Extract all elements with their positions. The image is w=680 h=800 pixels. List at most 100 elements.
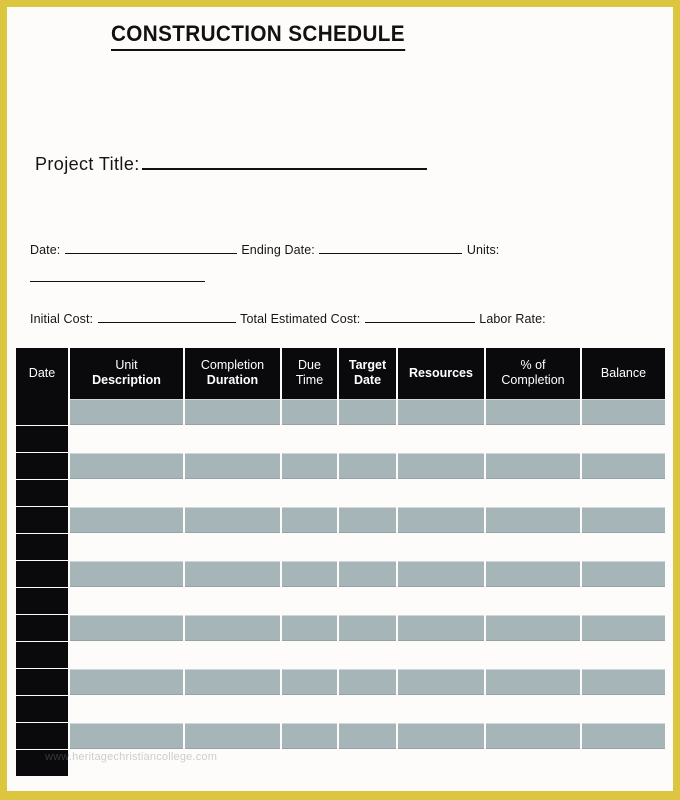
cell-due_time[interactable] <box>281 479 339 507</box>
project-title-input[interactable] <box>141 168 427 170</box>
cell-balance[interactable] <box>581 452 665 480</box>
cell-date[interactable] <box>16 533 70 561</box>
cell-unit_desc[interactable] <box>69 749 185 777</box>
cell-resources[interactable] <box>397 425 486 453</box>
cell-unit_desc[interactable] <box>69 399 185 426</box>
cell-unit_desc[interactable] <box>69 425 185 453</box>
cell-completion[interactable] <box>184 695 282 723</box>
cell-unit_desc[interactable] <box>69 479 185 507</box>
cell-completion[interactable] <box>184 722 282 750</box>
cell-target_date[interactable] <box>338 560 398 588</box>
cell-pct_compl[interactable] <box>485 399 582 426</box>
cell-pct_compl[interactable] <box>485 614 582 642</box>
cell-unit_desc[interactable] <box>69 722 185 750</box>
cell-unit_desc[interactable] <box>69 587 185 615</box>
initial-cost-input[interactable] <box>97 322 236 323</box>
cell-pct_compl[interactable] <box>485 506 582 534</box>
cell-unit_desc[interactable] <box>69 560 185 588</box>
cell-date[interactable] <box>16 749 70 777</box>
cell-pct_compl[interactable] <box>485 587 582 615</box>
cell-pct_compl[interactable] <box>485 479 582 507</box>
cell-date[interactable] <box>16 695 70 723</box>
cell-pct_compl[interactable] <box>485 695 582 723</box>
cell-target_date[interactable] <box>338 695 398 723</box>
total-estimated-cost-input[interactable] <box>364 322 475 323</box>
cell-completion[interactable] <box>184 641 282 669</box>
cell-resources[interactable] <box>397 722 486 750</box>
cell-balance[interactable] <box>581 425 665 453</box>
cell-balance[interactable] <box>581 749 665 777</box>
cell-balance[interactable] <box>581 722 665 750</box>
cell-pct_compl[interactable] <box>485 452 582 480</box>
cell-pct_compl[interactable] <box>485 533 582 561</box>
cell-resources[interactable] <box>397 695 486 723</box>
units-input[interactable] <box>30 281 205 282</box>
cell-due_time[interactable] <box>281 749 339 777</box>
cell-resources[interactable] <box>397 506 486 534</box>
cell-due_time[interactable] <box>281 533 339 561</box>
cell-resources[interactable] <box>397 641 486 669</box>
cell-balance[interactable] <box>581 668 665 696</box>
cell-resources[interactable] <box>397 533 486 561</box>
cell-due_time[interactable] <box>281 668 339 696</box>
cell-target_date[interactable] <box>338 722 398 750</box>
cell-target_date[interactable] <box>338 641 398 669</box>
cell-due_time[interactable] <box>281 722 339 750</box>
cell-resources[interactable] <box>397 668 486 696</box>
cell-balance[interactable] <box>581 587 665 615</box>
cell-target_date[interactable] <box>338 399 398 426</box>
cell-unit_desc[interactable] <box>69 614 185 642</box>
cell-unit_desc[interactable] <box>69 533 185 561</box>
cell-date[interactable] <box>16 425 70 453</box>
cell-balance[interactable] <box>581 506 665 534</box>
cell-resources[interactable] <box>397 452 486 480</box>
cell-date[interactable] <box>16 560 70 588</box>
cell-target_date[interactable] <box>338 506 398 534</box>
cell-pct_compl[interactable] <box>485 425 582 453</box>
cell-balance[interactable] <box>581 614 665 642</box>
cell-balance[interactable] <box>581 479 665 507</box>
cell-pct_compl[interactable] <box>485 641 582 669</box>
cell-resources[interactable] <box>397 587 486 615</box>
cell-completion[interactable] <box>184 506 282 534</box>
cell-date[interactable] <box>16 399 70 426</box>
cell-unit_desc[interactable] <box>69 506 185 534</box>
cell-resources[interactable] <box>397 749 486 777</box>
cell-date[interactable] <box>16 668 70 696</box>
date-input[interactable] <box>64 253 237 254</box>
cell-target_date[interactable] <box>338 614 398 642</box>
cell-due_time[interactable] <box>281 641 339 669</box>
cell-unit_desc[interactable] <box>69 641 185 669</box>
cell-balance[interactable] <box>581 533 665 561</box>
cell-target_date[interactable] <box>338 479 398 507</box>
cell-date[interactable] <box>16 587 70 615</box>
cell-due_time[interactable] <box>281 425 339 453</box>
cell-completion[interactable] <box>184 399 282 426</box>
cell-completion[interactable] <box>184 452 282 480</box>
cell-resources[interactable] <box>397 399 486 426</box>
cell-resources[interactable] <box>397 614 486 642</box>
cell-completion[interactable] <box>184 479 282 507</box>
cell-due_time[interactable] <box>281 399 339 426</box>
cell-resources[interactable] <box>397 479 486 507</box>
cell-balance[interactable] <box>581 641 665 669</box>
cell-completion[interactable] <box>184 668 282 696</box>
cell-date[interactable] <box>16 452 70 480</box>
cell-balance[interactable] <box>581 695 665 723</box>
cell-date[interactable] <box>16 506 70 534</box>
cell-completion[interactable] <box>184 749 282 777</box>
cell-completion[interactable] <box>184 533 282 561</box>
cell-unit_desc[interactable] <box>69 452 185 480</box>
cell-unit_desc[interactable] <box>69 695 185 723</box>
cell-completion[interactable] <box>184 560 282 588</box>
cell-due_time[interactable] <box>281 695 339 723</box>
ending-date-input[interactable] <box>319 253 463 254</box>
cell-date[interactable] <box>16 722 70 750</box>
cell-completion[interactable] <box>184 614 282 642</box>
cell-target_date[interactable] <box>338 452 398 480</box>
cell-unit_desc[interactable] <box>69 668 185 696</box>
cell-completion[interactable] <box>184 425 282 453</box>
cell-completion[interactable] <box>184 587 282 615</box>
cell-pct_compl[interactable] <box>485 749 582 777</box>
cell-target_date[interactable] <box>338 749 398 777</box>
